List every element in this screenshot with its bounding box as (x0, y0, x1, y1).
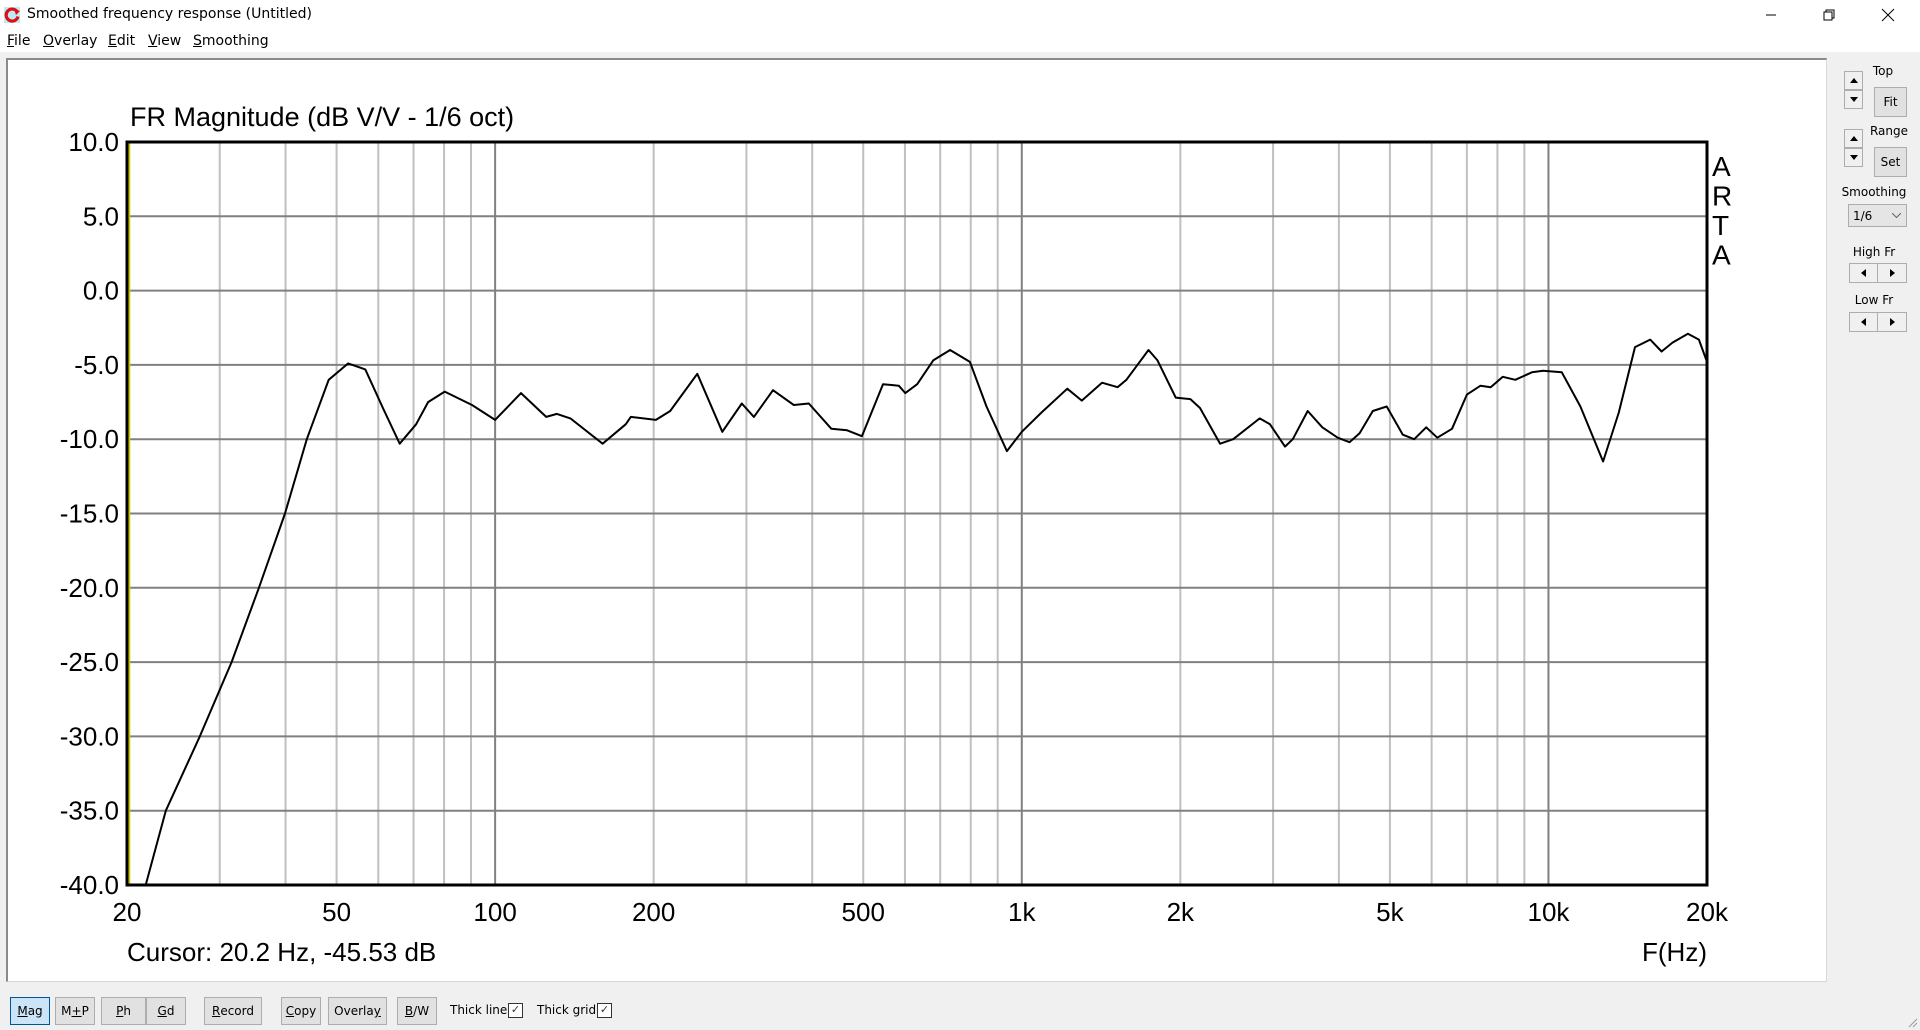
x-tick-label: 20 (113, 897, 142, 927)
thick-line-checkbox[interactable]: ✓ (508, 1003, 523, 1018)
checkmark-icon: ✓ (510, 1004, 521, 1016)
x-tick-label: 10k (1527, 897, 1570, 927)
y-tick-label: -15.0 (60, 499, 119, 529)
menu-file[interactable]: File (7, 33, 30, 49)
title-bar: Smoothed frequency response (Untitled) (0, 0, 1920, 30)
restore-icon (1823, 9, 1835, 21)
x-tick-label: 200 (632, 897, 675, 927)
menu-view[interactable]: View (148, 33, 181, 49)
arrow-left-icon (1861, 269, 1866, 277)
range-up-button[interactable] (1844, 129, 1863, 148)
close-icon (1881, 8, 1895, 22)
restore-button[interactable] (1800, 0, 1858, 30)
x-tick-label: 5k (1376, 897, 1404, 927)
x-tick-label: 100 (473, 897, 516, 927)
bottom-toolbar: Mag M + P Ph Gd Record Copy Overla y B/W Th… (0, 982, 1920, 1030)
arrow-left-icon (1861, 318, 1866, 326)
x-axis-label: F(Hz) (1642, 937, 1707, 967)
menu-overlay[interactable]: Overlay (43, 33, 97, 49)
watermark-letter: R (1712, 181, 1732, 212)
fr-magnitude-curve (144, 332, 1708, 886)
sidebar: Top Fit Range Set Smoothing 1/6 High Fr … (1828, 52, 1920, 982)
app-logo-icon (4, 7, 20, 23)
watermark-letter: A (1712, 240, 1731, 271)
x-tick-label: 500 (842, 897, 885, 927)
x-tick-labels: 20 50 100 200 500 1k 2k 5k 10k 20k (113, 897, 1729, 927)
top-down-button[interactable] (1844, 90, 1863, 109)
low-fr-left-button[interactable] (1849, 312, 1878, 332)
y-tick-label: -10.0 (60, 424, 119, 454)
overlay-button[interactable]: Overla y (328, 997, 387, 1025)
y-tick-label: 5.0 (83, 201, 119, 231)
top-label: Top (1872, 64, 1894, 78)
y-tick-label: -25.0 (60, 647, 119, 677)
y-tick-label: -5.0 (74, 350, 119, 380)
high-fr-left-button[interactable] (1849, 263, 1878, 283)
arrow-down-icon (1849, 155, 1858, 160)
x-tick-label: 20k (1686, 897, 1729, 927)
low-fr-right-button[interactable] (1877, 312, 1907, 332)
chart-title: FR Magnitude (dB V/V - 1/6 oct) (130, 102, 514, 132)
arrow-right-icon (1889, 269, 1895, 277)
smoothing-label: Smoothing (1841, 185, 1907, 199)
mag-button[interactable]: Mag (10, 997, 50, 1025)
watermark-letter: T (1712, 210, 1729, 241)
thick-grid-checkbox[interactable]: ✓ (597, 1003, 612, 1018)
arrow-up-icon (1849, 78, 1858, 83)
watermark-letter: A (1712, 151, 1731, 182)
arta-watermark: A R T A (1712, 151, 1732, 271)
y-tick-label: -35.0 (60, 796, 119, 826)
menu-smoothing[interactable]: Smoothing (193, 33, 269, 49)
resize-grip-icon[interactable] (1906, 1016, 1918, 1028)
x-tick-label: 1k (1008, 897, 1036, 927)
x-tick-label: 2k (1167, 897, 1195, 927)
chart-svg[interactable]: 10.0 5.0 0.0 -5.0 -10.0 -15.0 -20.0 -25.0 -30.0 -… (8, 60, 1826, 981)
thick-grid-label: Thick grid (537, 1003, 597, 1017)
fit-button[interactable]: Fit (1874, 87, 1907, 117)
mp-button[interactable]: M + P (55, 997, 95, 1025)
set-button[interactable]: Set (1874, 147, 1907, 177)
gd-button[interactable]: Gd (146, 997, 186, 1025)
low-fr-label: Low Fr (1854, 293, 1894, 307)
y-tick-label: -40.0 (60, 870, 119, 900)
ph-button[interactable]: Ph (101, 997, 146, 1025)
bw-button[interactable]: B/W (397, 997, 437, 1025)
arrow-down-icon (1849, 97, 1858, 102)
menu-edit[interactable]: Edit (108, 33, 135, 49)
range-label: Range (1869, 124, 1909, 138)
range-down-button[interactable] (1844, 148, 1863, 167)
menu-bar: File Overlay Edit View Smoothing (0, 30, 1920, 52)
arrow-up-icon (1849, 136, 1858, 141)
y-tick-label: -20.0 (60, 573, 119, 603)
cursor-readout: Cursor: 20.2 Hz, -45.53 dB (127, 937, 436, 967)
high-fr-right-button[interactable] (1877, 263, 1907, 283)
y-tick-labels: 10.0 5.0 0.0 -5.0 -10.0 -15.0 -20.0 -25.0 -30.0 -… (60, 127, 119, 900)
minimize-icon (1766, 14, 1776, 16)
grid-layer (127, 142, 1707, 885)
x-tick-label: 50 (322, 897, 351, 927)
chart-canvas[interactable]: 10.0 5.0 0.0 -5.0 -10.0 -15.0 -20.0 -25.0 -30.0 -… (6, 58, 1827, 982)
copy-button[interactable]: Copy (281, 997, 321, 1025)
y-tick-label: 0.0 (83, 276, 119, 306)
close-button[interactable] (1859, 0, 1917, 30)
thick-line-label: Thick line (450, 1003, 508, 1017)
window-title: Smoothed frequency response (Untitled) (27, 6, 312, 22)
y-tick-label: 10.0 (68, 127, 119, 157)
top-up-button[interactable] (1844, 71, 1863, 90)
y-tick-label: -30.0 (60, 721, 119, 751)
high-fr-label: High Fr (1852, 245, 1896, 259)
smoothing-select[interactable]: 1/6 (1848, 204, 1907, 227)
chevron-down-icon (1892, 213, 1901, 219)
arrow-right-icon (1889, 318, 1895, 326)
record-button[interactable]: Record (204, 997, 262, 1025)
minimize-button[interactable] (1742, 0, 1800, 30)
smoothing-value: 1/6 (1853, 209, 1873, 223)
checkmark-icon: ✓ (599, 1004, 610, 1016)
